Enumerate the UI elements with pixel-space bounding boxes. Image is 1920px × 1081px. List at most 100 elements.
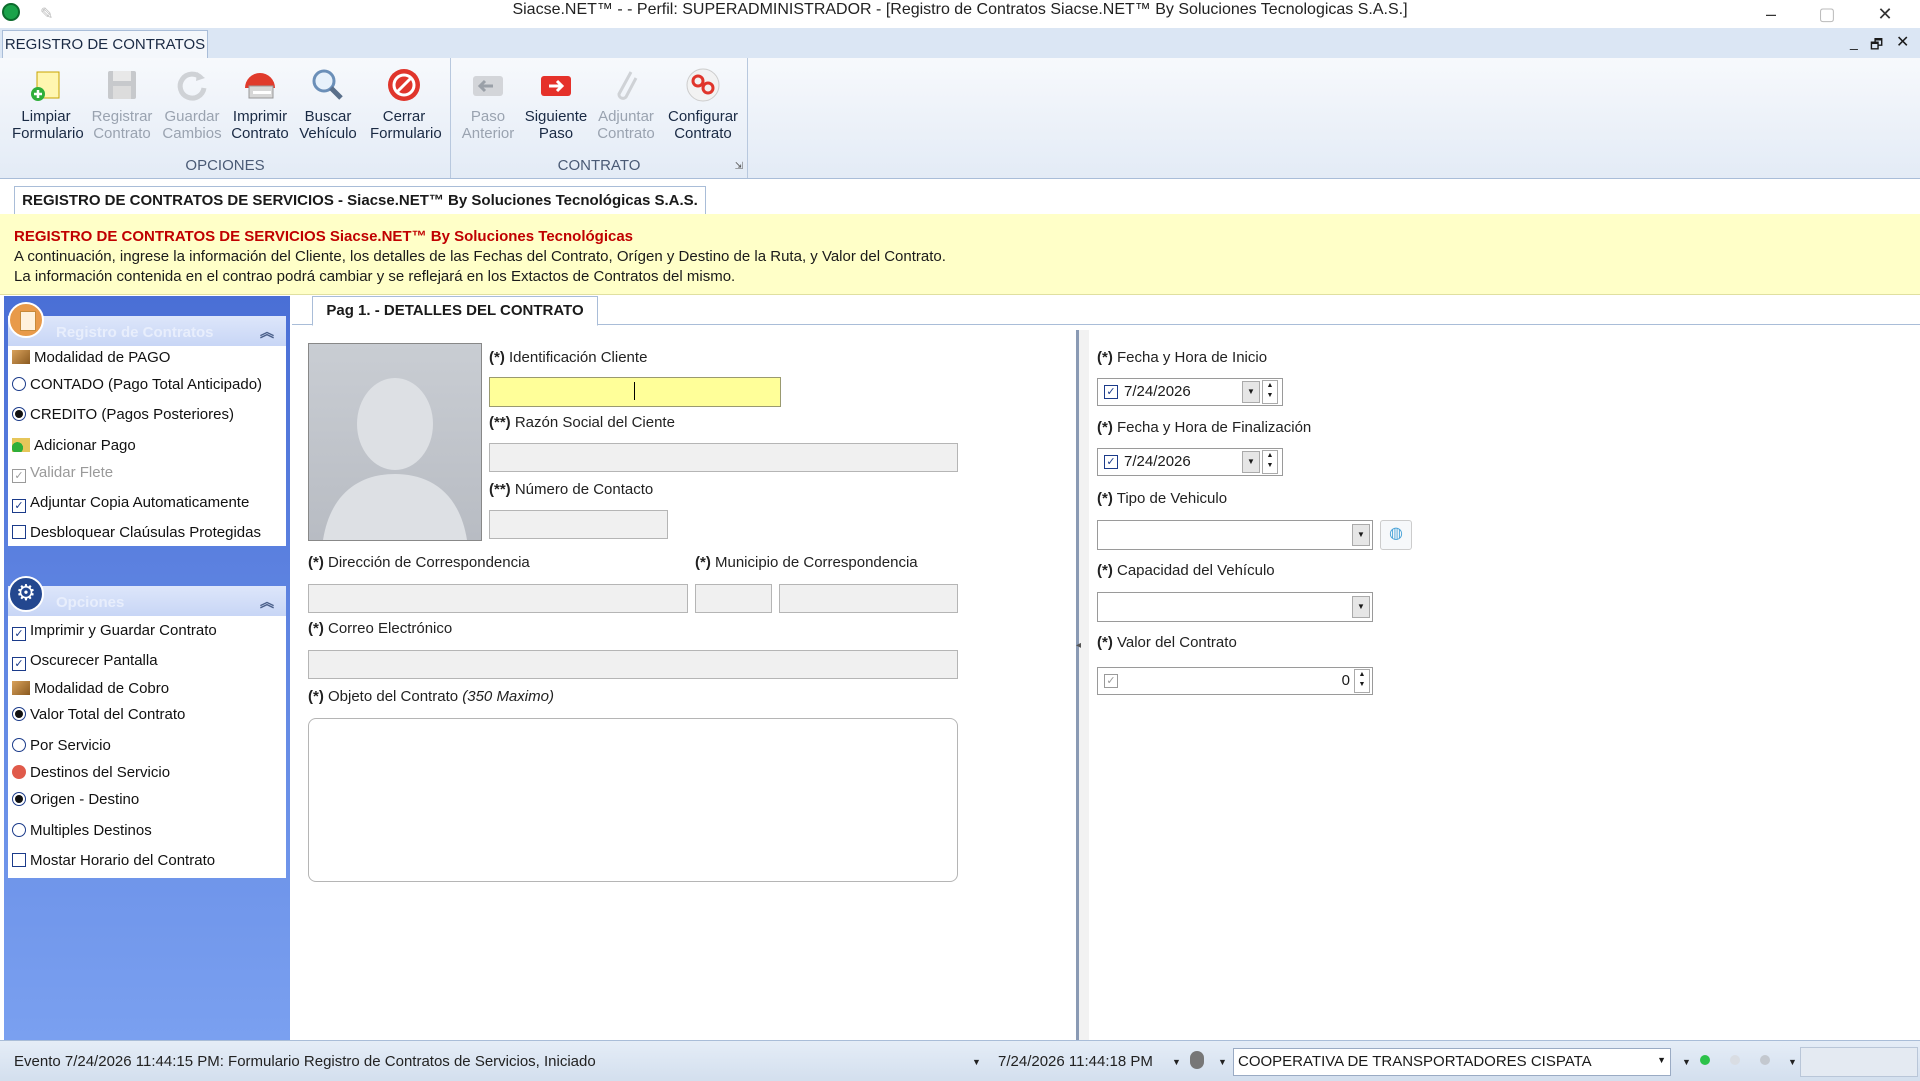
- checkbox-icon: [12, 525, 26, 539]
- dialog-launcher-icon[interactable]: ⇲: [735, 161, 743, 172]
- collapse-icon[interactable]: ︽: [260, 592, 274, 612]
- panel-splitter[interactable]: ◂: [1076, 330, 1089, 1040]
- status-led-gray-icon: [1730, 1055, 1740, 1065]
- credito-radio[interactable]: CREDITO (Pagos Posteriores): [12, 406, 234, 423]
- tipo-vehiculo-select[interactable]: ▼: [1097, 520, 1373, 550]
- close-button[interactable]: ✕: [1870, 4, 1900, 24]
- spin-icon[interactable]: ▲ ▼: [1262, 380, 1278, 404]
- label: Limpiar: [21, 108, 71, 125]
- collapse-icon[interactable]: ︽: [260, 322, 274, 342]
- municipio-name-input[interactable]: [779, 584, 958, 613]
- razon-social-input[interactable]: [489, 443, 958, 472]
- label: Adjuntar Copia Automaticamente: [30, 494, 250, 511]
- client-photo[interactable]: [308, 343, 482, 541]
- por-servicio-radio[interactable]: Por Servicio: [12, 737, 111, 754]
- globe-icon[interactable]: ◍: [1380, 520, 1412, 550]
- imprimir-contrato-button[interactable]: Imprimir Contrato: [226, 62, 294, 142]
- validar-flete-checkbox[interactable]: ✓ Validar Flete: [12, 464, 113, 483]
- window-title: Siacse.NET™ - - Perfil: SUPERADMINISTRAD…: [512, 1, 1408, 18]
- modalidad-pago-item: Modalidad de PAGO: [12, 349, 170, 366]
- valor-total-radio[interactable]: Valor Total del Contrato: [12, 706, 185, 723]
- chevron-down-icon[interactable]: ▼: [1352, 524, 1370, 546]
- status-bar: Evento 7/24/2026 11:44:15 PM: Formulario…: [0, 1040, 1920, 1081]
- desbloquear-clausulas-checkbox[interactable]: Desbloquear Claúsulas Protegidas: [12, 524, 261, 541]
- checkbox-checked-icon[interactable]: ✓: [1104, 455, 1118, 469]
- origen-destino-radio[interactable]: Origen - Destino: [12, 791, 139, 808]
- person-silhouette-icon: [323, 378, 467, 540]
- chevron-down-icon[interactable]: ▼: [1352, 596, 1370, 618]
- spin-icon[interactable]: ▲ ▼: [1354, 669, 1370, 693]
- company-select[interactable]: COOPERATIVA DE TRANSPORTADORES CISPATA ▼: [1233, 1048, 1671, 1076]
- siguiente-paso-button[interactable]: Siguiente Paso: [522, 62, 590, 142]
- configurar-contrato-button[interactable]: Configurar Contrato: [668, 62, 738, 142]
- status-dropdown-icon[interactable]: ▼: [1172, 1057, 1181, 1067]
- restore-button[interactable]: ▢: [1812, 4, 1842, 24]
- adjuntar-copia-checkbox[interactable]: ✓ Adjuntar Copia Automaticamente: [12, 494, 249, 513]
- status-extra-panel: [1800, 1047, 1918, 1077]
- checkbox-checked-icon[interactable]: ✓: [1104, 674, 1118, 688]
- collapse-arrow-icon[interactable]: ◂: [1076, 640, 1081, 651]
- limpiar-formulario-button[interactable]: Limpiar Formulario: [12, 62, 84, 142]
- status-dropdown-icon[interactable]: ▼: [972, 1057, 981, 1067]
- document-tab[interactable]: REGISTRO DE CONTRATOS DE SERVICIOS - Sia…: [14, 186, 706, 216]
- correo-input[interactable]: [308, 650, 958, 679]
- calendar-dropdown-icon[interactable]: ▼: [1242, 381, 1260, 403]
- imprimir-guardar-checkbox[interactable]: ✓ Imprimir y Guardar Contrato: [12, 622, 217, 641]
- group-header-registro[interactable]: Registro de Contratos ︽: [8, 316, 286, 346]
- guardar-cambios-button[interactable]: Guardar Cambios: [158, 62, 226, 142]
- paso-anterior-button[interactable]: Paso Anterior: [454, 62, 522, 142]
- paperclip-icon: [617, 71, 638, 100]
- multiples-destinos-radio[interactable]: Multiples Destinos: [12, 822, 152, 839]
- buscar-vehiculo-button[interactable]: Buscar Vehículo: [294, 62, 362, 142]
- status-dropdown-icon[interactable]: ▼: [1788, 1057, 1797, 1067]
- oscurecer-pantalla-checkbox[interactable]: ✓ Oscurecer Pantalla: [12, 652, 158, 671]
- radio-selected-icon: [12, 707, 26, 721]
- group-title: Opciones: [56, 594, 125, 611]
- status-led-green-icon: [1700, 1055, 1710, 1065]
- valor-contrato-input[interactable]: ✓ 0 ▲ ▼: [1097, 667, 1373, 695]
- label: Cerrar: [382, 108, 426, 125]
- chevron-down-icon[interactable]: ▼: [1657, 1055, 1666, 1065]
- mdi-restore-button[interactable]: 🗗: [1870, 34, 1883, 58]
- tipo-vehiculo-label: (*) Tipo de Vehiculo: [1097, 490, 1228, 507]
- page-tab-detalles[interactable]: Pag 1. - DETALLES DEL CONTRATO: [312, 296, 598, 326]
- fecha-inicio-datepicker[interactable]: ✓ 7/24/2026 ▼ ▲ ▼: [1097, 378, 1283, 406]
- label: Contrato: [674, 125, 732, 142]
- fecha-inicio-label: (*) Fecha y Hora de Inicio: [1097, 349, 1268, 366]
- checkbox-checked-icon: ✓: [12, 627, 26, 641]
- label: Contrato: [231, 125, 289, 142]
- banner-title: REGISTRO DE CONTRATOS DE SERVICIOS Siacs…: [14, 228, 634, 245]
- label: Adicionar Pago: [34, 437, 136, 454]
- group-header-opciones[interactable]: Opciones ︽: [8, 586, 286, 616]
- status-dropdown-icon[interactable]: ▼: [1218, 1057, 1227, 1067]
- registrar-contrato-button[interactable]: Registrar Contrato: [88, 62, 156, 142]
- checkbox-checked-icon[interactable]: ✓: [1104, 385, 1118, 399]
- minimize-button[interactable]: –: [1756, 4, 1786, 24]
- print-icon: [245, 73, 275, 99]
- mostrar-horario-checkbox[interactable]: Mostar Horario del Contrato: [12, 852, 215, 869]
- contado-radio[interactable]: CONTADO (Pago Total Anticipado): [12, 376, 262, 393]
- ribbon-group-label: CONTRATO: [557, 157, 641, 174]
- destinos-servicio-item: Destinos del Servicio: [12, 764, 170, 781]
- adjuntar-contrato-button[interactable]: Adjuntar Contrato: [592, 62, 660, 142]
- municipio-code-input[interactable]: [695, 584, 772, 613]
- label: Validar Flete: [30, 464, 114, 481]
- mdi-minimize-button[interactable]: _: [1850, 34, 1858, 50]
- cerrar-formulario-button[interactable]: Cerrar Formulario: [370, 62, 442, 142]
- ribbon-tab-registro[interactable]: REGISTRO DE CONTRATOS: [2, 30, 208, 59]
- adicionar-pago-link[interactable]: Adicionar Pago: [12, 437, 136, 454]
- capacidad-select[interactable]: ▼: [1097, 592, 1373, 622]
- status-dropdown-icon[interactable]: ▼: [1682, 1057, 1691, 1067]
- direccion-input[interactable]: [308, 584, 688, 613]
- label: Imprimir: [232, 108, 288, 125]
- mdi-close-button[interactable]: ✕: [1896, 32, 1909, 52]
- id-cliente-input[interactable]: [489, 377, 781, 407]
- fecha-fin-datepicker[interactable]: ✓ 7/24/2026 ▼ ▲ ▼: [1097, 448, 1283, 476]
- numero-contacto-input[interactable]: [489, 510, 668, 539]
- spin-icon[interactable]: ▲ ▼: [1262, 450, 1278, 474]
- fingerprint-icon[interactable]: [1190, 1051, 1204, 1069]
- municipio-label: (*) Municipio de Correspondencia: [695, 554, 918, 571]
- objeto-textarea[interactable]: [308, 718, 958, 882]
- calendar-dropdown-icon[interactable]: ▼: [1242, 451, 1260, 473]
- label: Vehículo: [299, 125, 357, 142]
